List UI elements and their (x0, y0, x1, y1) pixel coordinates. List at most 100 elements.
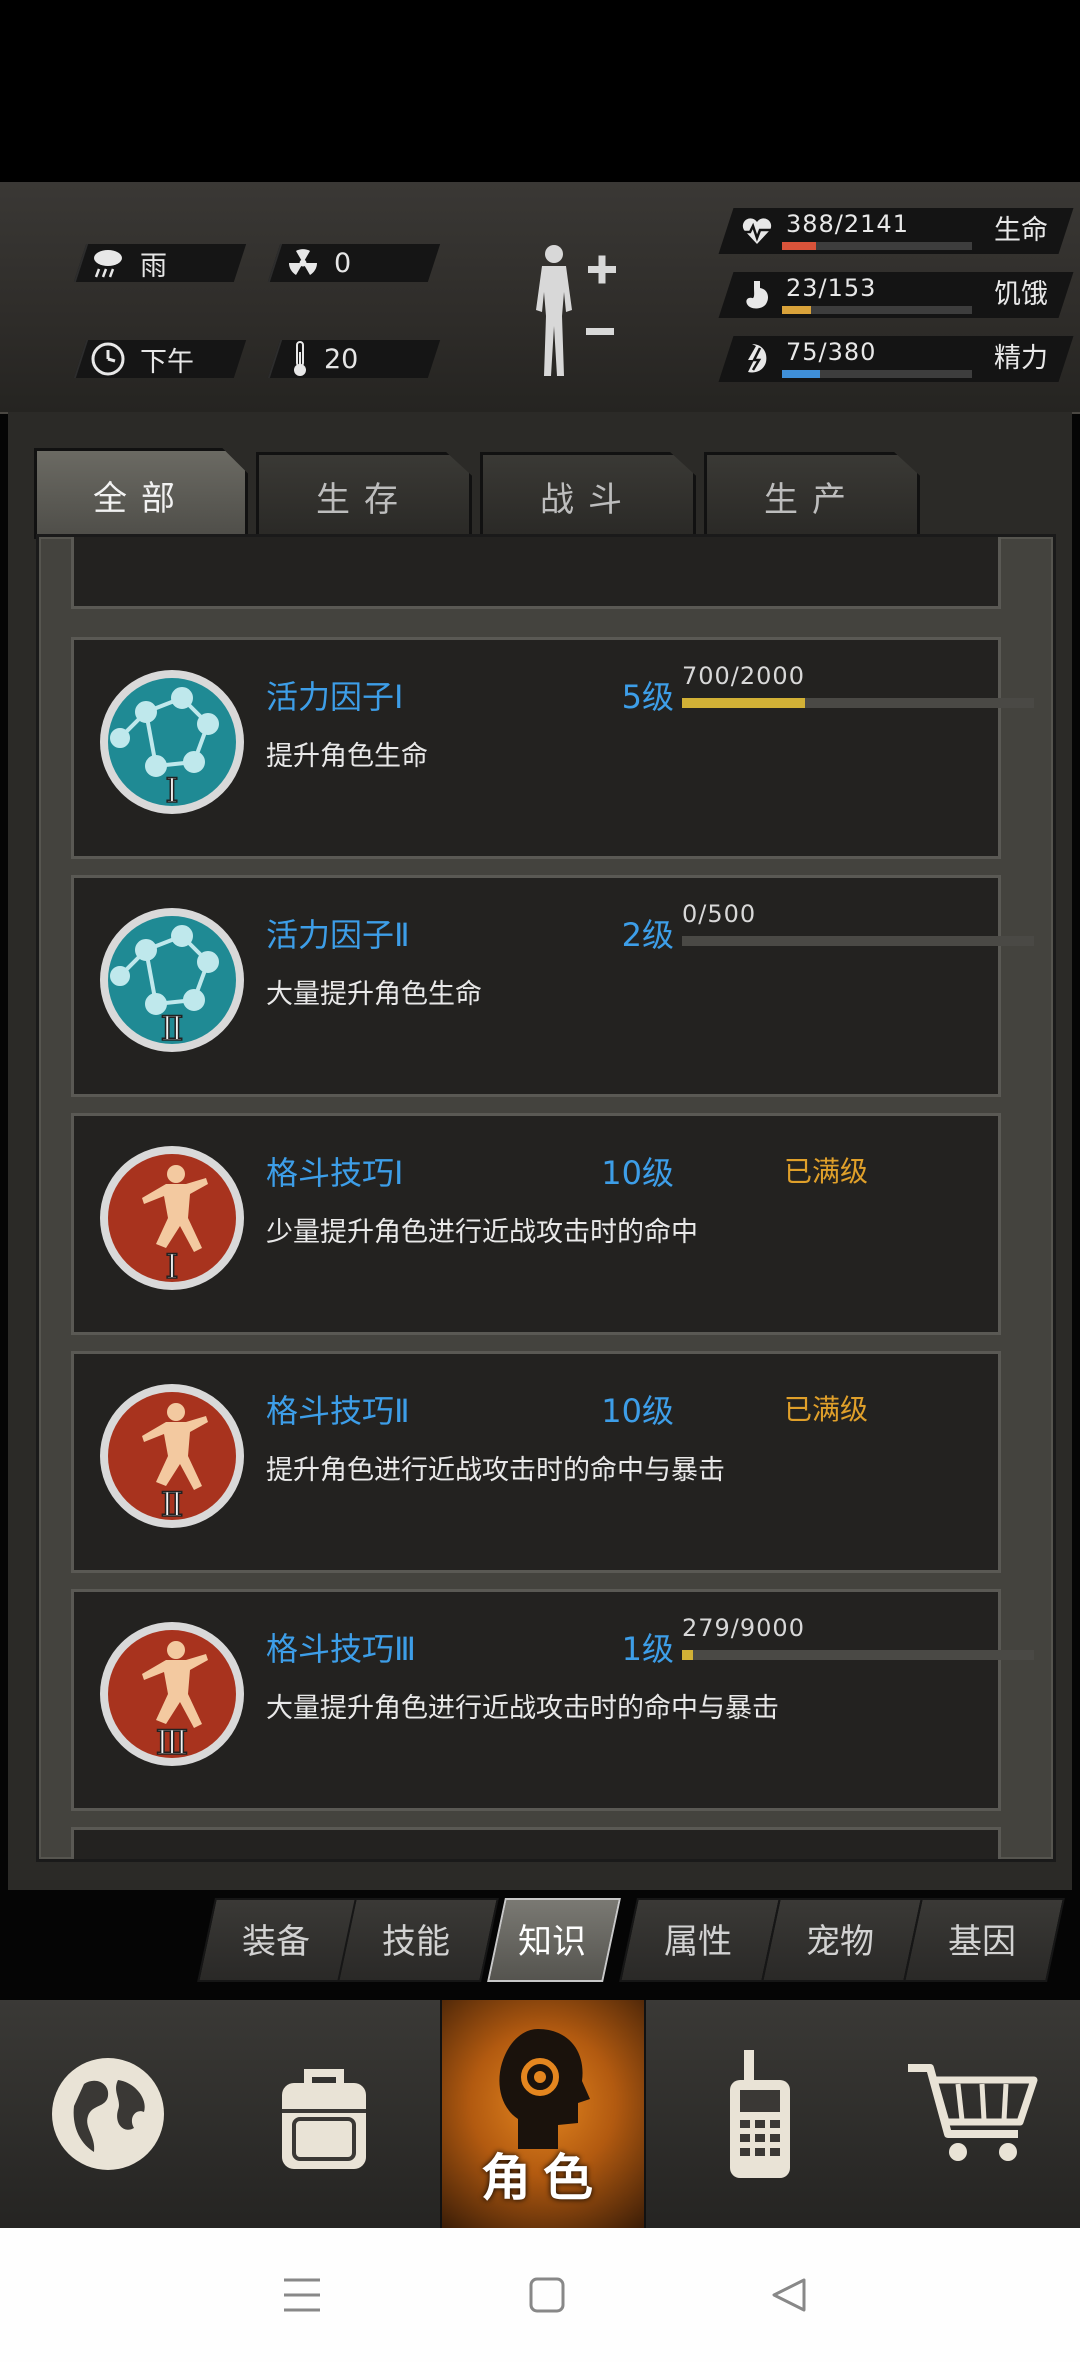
card-name: 格斗技巧Ⅱ (266, 1392, 410, 1430)
clock-icon (91, 342, 125, 376)
card-progress-bar (682, 936, 1034, 946)
subtab-attributes-label: 属性 (664, 1921, 732, 1962)
subtab-skills-label: 技能 (382, 1921, 450, 1962)
card-progress-bar (682, 698, 1034, 708)
tab-combat-label: 战斗 (540, 479, 636, 520)
nav-shop-button[interactable] (864, 2000, 1080, 2228)
card-numeral: Ⅲ (156, 1723, 189, 1763)
hunger-value: 23/153 (786, 274, 877, 302)
card-description: 提升角色生命 (266, 741, 428, 772)
martial-arts-icon: Ⅲ (100, 1622, 244, 1766)
top-black-bar (0, 0, 1080, 182)
list-item-partial-bottom[interactable] (71, 1827, 1001, 1859)
menu-icon[interactable] (282, 2276, 322, 2314)
radio-icon (730, 2050, 790, 2178)
heart-icon (742, 218, 772, 244)
hunger-bar (782, 306, 972, 314)
status-hud: 雨 0 下午 20 388/2141 生命 23/153 饥饿 75/380 精… (0, 182, 1080, 414)
cart-icon (908, 2064, 1038, 2161)
radiation-display: 0 (286, 244, 351, 282)
tab-production[interactable]: 生产 (704, 452, 920, 537)
card-progress-text: 0/500 (682, 900, 757, 928)
health-label: 生命 (994, 215, 1048, 246)
hunger-label: 饥饿 (994, 279, 1048, 310)
backpack-icon (282, 2069, 366, 2169)
nav-map-button[interactable] (0, 2000, 216, 2228)
card-description: 大量提升角色生命 (266, 979, 482, 1010)
molecule-icon: Ⅰ (100, 670, 244, 814)
knowledge-list[interactable]: Ⅰ 活力因子Ⅰ 5级 700/2000 提升角色生命 Ⅱ 活力因子Ⅱ 2级 0/… (36, 534, 1056, 1862)
globe-icon (52, 2058, 164, 2170)
energy-stat: 75/380 精力 (718, 336, 1074, 382)
card-progress-text: 700/2000 (682, 662, 805, 690)
card-progress-text: 279/9000 (682, 1614, 805, 1642)
subtab-pets-label: 宠物 (806, 1921, 874, 1962)
health-value: 388/2141 (786, 210, 909, 238)
rain-cloud-icon (94, 250, 122, 278)
weather-text: 雨 (140, 250, 167, 282)
tab-all-label: 全部 (93, 478, 189, 519)
body-figure-icon (536, 245, 616, 376)
weather-display: 雨 (90, 244, 167, 282)
tab-survival[interactable]: 生存 (256, 452, 472, 537)
radiation-icon (289, 249, 317, 275)
time-display: 下午 (90, 340, 194, 378)
tab-all[interactable]: 全部 (34, 448, 248, 539)
card-level: 5级 (621, 678, 674, 716)
knowledge-card[interactable]: Ⅱ 活力因子Ⅱ 2级 0/500 大量提升角色生命 (71, 875, 1034, 1097)
martial-arts-icon: Ⅱ (100, 1384, 244, 1528)
main-nav: 角色 (0, 2000, 1080, 2228)
energy-icon (748, 344, 767, 373)
tab-survival-label: 生存 (316, 479, 412, 520)
card-level: 10级 (601, 1154, 674, 1192)
energy-bar (782, 370, 972, 378)
hunger-stat: 23/153 饥饿 (718, 272, 1074, 318)
nav-character-button[interactable]: 角色 (440, 2000, 646, 2228)
card-name: 格斗技巧Ⅲ (266, 1630, 417, 1668)
subtab-knowledge-label: 知识 (518, 1921, 586, 1962)
nav-backpack-button[interactable] (216, 2000, 432, 2228)
card-name: 活力因子Ⅱ (266, 916, 410, 954)
character-body-button[interactable] (520, 240, 630, 384)
tab-combat[interactable]: 战斗 (480, 452, 696, 537)
knowledge-card[interactable]: Ⅰ 格斗技巧Ⅰ 10级 已满级 少量提升角色进行近战攻击时的命中 (71, 1113, 1001, 1335)
nav-character-label: 角色 (481, 2149, 605, 2207)
card-numeral: Ⅰ (165, 1247, 178, 1287)
card-level: 2级 (621, 916, 674, 954)
tab-production-label: 生产 (764, 479, 860, 520)
card-description: 提升角色进行近战攻击时的命中与暴击 (266, 1455, 725, 1486)
card-name: 格斗技巧Ⅰ (266, 1154, 404, 1192)
energy-label: 精力 (994, 343, 1048, 374)
system-navigation-bar (0, 2228, 1080, 2362)
card-progress-bar (682, 1650, 1034, 1660)
knowledge-card[interactable]: Ⅰ 活力因子Ⅰ 5级 700/2000 提升角色生命 (71, 637, 1034, 859)
energy-value: 75/380 (786, 338, 877, 366)
home-icon[interactable] (528, 2276, 566, 2314)
thermometer-icon (294, 341, 306, 376)
card-level: 1级 (621, 1630, 674, 1668)
card-numeral: Ⅱ (160, 1009, 183, 1049)
subtab-equipment-label: 装备 (242, 1921, 310, 1962)
character-subnav: 装备 技能 知识 属性 宠物 基因 (196, 1898, 1080, 1982)
card-numeral: Ⅱ (160, 1485, 183, 1525)
time-text: 下午 (140, 346, 194, 378)
knowledge-card[interactable]: Ⅲ 格斗技巧Ⅲ 1级 279/9000 大量提升角色进行近战攻击时的命中与暴击 (71, 1589, 1034, 1811)
card-level: 10级 (601, 1392, 674, 1430)
max-level-label: 已满级 (784, 1393, 869, 1426)
list-item-partial-top[interactable] (71, 537, 1001, 609)
card-description: 少量提升角色进行近战攻击时的命中 (266, 1217, 698, 1248)
back-icon[interactable] (770, 2276, 808, 2314)
subtab-genes-label: 基因 (948, 1921, 1016, 1962)
radiation-value: 0 (334, 247, 352, 279)
knowledge-card[interactable]: Ⅱ 格斗技巧Ⅱ 10级 已满级 提升角色进行近战攻击时的命中与暴击 (71, 1351, 1001, 1573)
health-bar (782, 242, 972, 250)
max-level-label: 已满级 (784, 1155, 869, 1188)
martial-arts-icon: Ⅰ (100, 1146, 244, 1290)
card-name: 活力因子Ⅰ (266, 678, 404, 716)
nav-radio-button[interactable] (652, 2000, 868, 2228)
molecule-icon: Ⅱ (100, 908, 244, 1052)
temperature-value: 20 (324, 343, 359, 375)
health-stat: 388/2141 生命 (718, 208, 1074, 254)
card-description: 大量提升角色进行近战攻击时的命中与暴击 (266, 1693, 779, 1724)
stomach-icon (746, 281, 768, 309)
